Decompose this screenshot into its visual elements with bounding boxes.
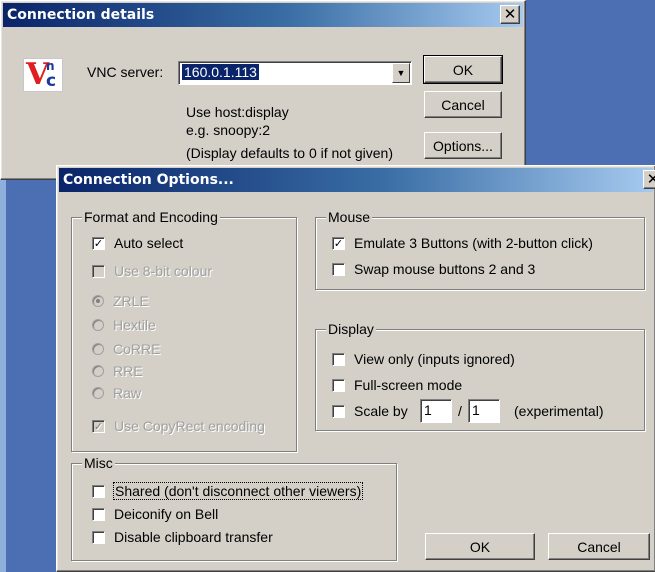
details-options-button[interactable]: Options...	[424, 132, 502, 159]
checkbox-checked-icon: ✓	[92, 419, 105, 433]
encoding-radio-raw[interactable]: Raw	[92, 384, 141, 402]
emulate-3-buttons-checkbox[interactable]: ✓ Emulate 3 Buttons (with 2-button click…	[332, 234, 593, 252]
connection-options-close-button[interactable]: ✕	[643, 170, 655, 189]
radio-selected-icon	[92, 295, 104, 307]
connection-details-titlebar[interactable]: Connection details	[3, 3, 523, 27]
encoding-radio-zrle[interactable]: ZRLE	[92, 292, 149, 310]
checkbox-unchecked-icon	[332, 352, 345, 366]
auto-select-checkbox[interactable]: ✓ Auto select	[92, 234, 183, 252]
encoding-radio-hextile[interactable]: Hextile	[92, 316, 156, 334]
format-encoding-group-title: Format and Encoding	[82, 209, 220, 225]
checkbox-unchecked-icon	[332, 262, 345, 276]
vnc-server-value: 160.0.1.113	[182, 64, 259, 80]
mouse-group-title: Mouse	[326, 209, 373, 225]
checkbox-unchecked-icon	[332, 378, 345, 392]
encoding-radio-corre[interactable]: CoRRE	[92, 340, 160, 358]
full-screen-checkbox[interactable]: Full-screen mode	[332, 376, 462, 394]
encoding-radio-rre[interactable]: RRE	[92, 362, 143, 380]
view-only-checkbox[interactable]: View only (inputs ignored)	[332, 350, 515, 368]
vnc-server-combobox[interactable]: 160.0.1.113 ▼	[178, 61, 412, 85]
checkbox-checked-icon: ✓	[332, 236, 345, 250]
checkbox-unchecked-icon	[92, 507, 105, 521]
options-cancel-button[interactable]: Cancel	[548, 533, 650, 560]
hint-line-3: (Display defaults to 0 if not given)	[186, 145, 393, 161]
details-ok-button[interactable]: OK	[423, 55, 503, 84]
radio-unselected-icon	[92, 387, 104, 399]
options-ok-button[interactable]: OK	[425, 533, 535, 560]
close-icon: ✕	[646, 170, 655, 188]
connection-options-titlebar[interactable]: Connection Options...	[59, 168, 653, 192]
checkbox-unchecked-icon	[92, 530, 105, 544]
use-8bit-colour-checkbox[interactable]: Use 8-bit colour	[92, 262, 212, 280]
scale-experimental-note: (experimental)	[514, 403, 604, 419]
copyrect-checkbox[interactable]: ✓ Use CopyRect encoding	[92, 417, 265, 435]
checkbox-checked-icon: ✓	[92, 236, 105, 250]
misc-group-title: Misc	[82, 455, 115, 471]
close-icon: ✕	[503, 5, 517, 23]
dropdown-arrow-icon[interactable]: ▼	[392, 63, 410, 83]
radio-unselected-icon	[92, 365, 104, 377]
radio-unselected-icon	[92, 319, 104, 331]
disable-clipboard-checkbox[interactable]: Disable clipboard transfer	[92, 528, 273, 546]
radio-unselected-icon	[92, 343, 104, 355]
hint-line-1: Use host:display	[186, 104, 289, 120]
connection-details-close-button[interactable]: ✕	[500, 5, 520, 24]
scale-numerator-input[interactable]: 1	[420, 399, 452, 423]
vnc-server-label: VNC server:	[87, 64, 164, 80]
connection-details-title: Connection details	[7, 7, 155, 23]
connection-details-window: Connection details ✕ V n c VNC server: 1…	[0, 0, 526, 180]
checkbox-unchecked-icon	[92, 264, 105, 278]
deiconify-on-bell-checkbox[interactable]: Deiconify on Bell	[92, 505, 218, 523]
details-cancel-button[interactable]: Cancel	[424, 91, 502, 118]
swap-mouse-buttons-checkbox[interactable]: Swap mouse buttons 2 and 3	[332, 260, 535, 278]
scale-separator: /	[458, 403, 462, 419]
scale-denominator-input[interactable]: 1	[468, 399, 500, 423]
mouse-group: Mouse	[315, 209, 645, 290]
connection-options-title: Connection Options...	[63, 172, 234, 188]
checkbox-unchecked-icon	[92, 484, 105, 498]
checkbox-unchecked-icon	[332, 404, 345, 418]
connection-options-window: Connection Options... ✕ Format and Encod…	[56, 165, 655, 572]
hint-line-2: e.g. snoopy:2	[186, 122, 271, 138]
scale-by-checkbox[interactable]: Scale by	[332, 402, 408, 420]
vnc-logo-icon: V n c	[23, 57, 63, 92]
shared-checkbox[interactable]: Shared (don't disconnect other viewers)	[92, 482, 364, 500]
display-group-title: Display	[326, 321, 376, 337]
